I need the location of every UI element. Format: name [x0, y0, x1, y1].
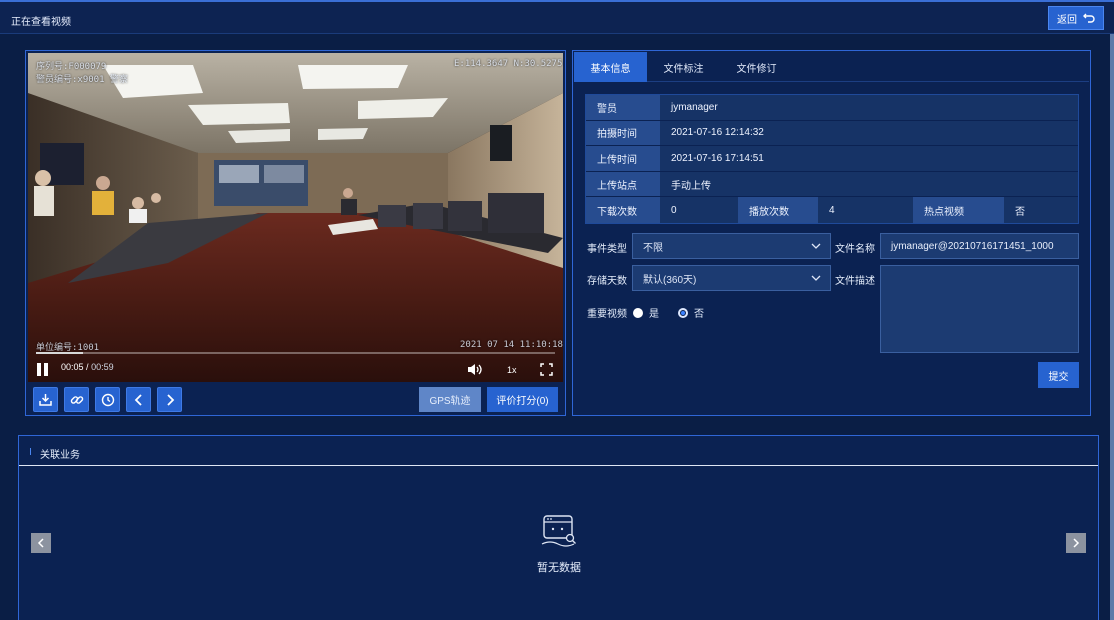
shoot-time-label: 拍摄时间	[586, 120, 660, 146]
video-player[interactable]: 序列号:F000079 警员编号:x9001 警察 E:114.3647 N:3…	[28, 53, 563, 382]
upload-time-value: 2021-07-16 17:14:51	[660, 146, 1078, 171]
table-row: 上传时间 2021-07-16 17:14:51	[586, 146, 1078, 172]
tab-file-annotation[interactable]: 文件标注	[647, 52, 720, 82]
total-time: 00:59	[91, 362, 114, 372]
evaluate-button[interactable]: 评价打分(0)	[487, 387, 558, 412]
top-bar: 正在查看视频 返回	[0, 0, 1114, 34]
page-title: 正在查看视频	[11, 17, 71, 28]
table-row: 上传站点 手动上传	[586, 171, 1078, 198]
radio-checked-icon	[678, 307, 688, 318]
section-marker	[30, 448, 31, 455]
storage-days-value: 默认(360天)	[643, 274, 697, 286]
event-type-select[interactable]: 不限	[632, 233, 831, 259]
chevron-left-icon	[37, 538, 44, 548]
officer-label: 警员	[586, 95, 660, 120]
link-button[interactable]	[64, 387, 89, 412]
time-separator: /	[86, 362, 89, 372]
important-yes-radio[interactable]: 是	[633, 305, 659, 320]
play-count-label: 播放次数	[738, 197, 818, 223]
download-button[interactable]	[33, 387, 58, 412]
storage-days-label: 存储天数	[587, 276, 627, 287]
osd-serial: 序列号:F000079	[36, 62, 107, 72]
history-icon	[101, 393, 114, 406]
chevron-left-icon	[134, 393, 142, 406]
osd-officer: 警员编号:x9001 警察	[36, 75, 128, 85]
info-panel: 基本信息 文件标注 文件修订 警员 jymanager 拍摄时间 2021-07…	[572, 50, 1091, 416]
history-button[interactable]	[95, 387, 120, 412]
back-button[interactable]: 返回	[1048, 6, 1104, 30]
current-time: 00:05	[61, 362, 84, 372]
empty-data-icon	[541, 515, 576, 547]
storage-days-select[interactable]: 默认(360天)	[632, 265, 831, 291]
file-name-field[interactable]: jymanager@20210716171451_1000	[880, 233, 1079, 259]
upload-site-label: 上传站点	[586, 171, 660, 197]
page-scrollbar[interactable]	[1110, 34, 1114, 620]
empty-text: 暂无数据	[537, 562, 581, 574]
upload-site-value: 手动上传	[660, 171, 1078, 197]
important-video-label: 重要视频	[587, 309, 627, 320]
video-controls: 00:05 / 00:59 1x	[28, 358, 563, 382]
download-count-value: 0	[660, 197, 738, 223]
video-panel: 序列号:F000079 警员编号:x9001 警察 E:114.3647 N:3…	[25, 50, 566, 416]
file-name-label: 文件名称	[835, 244, 875, 255]
video-progress-fill	[36, 352, 83, 354]
video-frame-image	[28, 53, 563, 382]
fullscreen-icon[interactable]	[540, 363, 553, 376]
carousel-next-button[interactable]	[1066, 533, 1086, 553]
related-business-panel: 关联业务 暂无数据	[18, 435, 1099, 620]
play-count-value: 4	[818, 197, 913, 223]
osd-coords: E:114.3647 N:30.5275	[454, 59, 563, 69]
download-icon	[39, 394, 52, 406]
radio-unchecked-icon	[633, 307, 643, 318]
hot-video-value: 否	[1004, 197, 1078, 223]
related-title: 关联业务	[40, 450, 80, 461]
tab-basic-info[interactable]: 基本信息	[574, 52, 647, 82]
basic-info-table: 警员 jymanager 拍摄时间 2021-07-16 12:14:32 上传…	[585, 94, 1079, 224]
chevron-down-icon	[811, 243, 821, 249]
carousel-prev-button[interactable]	[31, 533, 51, 553]
related-header: 关联业务	[19, 436, 1098, 466]
info-tabs: 基本信息 文件标注 文件修订	[574, 52, 1089, 82]
volume-icon[interactable]	[467, 363, 483, 376]
file-desc-label: 文件描述	[835, 276, 875, 287]
chevron-right-icon	[1073, 538, 1080, 548]
video-time: 00:05 / 00:59	[61, 362, 114, 372]
chevron-down-icon	[811, 275, 821, 281]
next-button[interactable]	[157, 387, 182, 412]
osd-datetime: 2021 07 14 11:10:18	[460, 340, 563, 350]
video-progress-bar[interactable]	[36, 352, 555, 354]
table-row: 下载次数 0 播放次数 4 热点视频 否	[586, 197, 1078, 223]
link-icon	[70, 395, 83, 404]
upload-time-label: 上传时间	[586, 146, 660, 171]
tab-file-revision[interactable]: 文件修订	[720, 52, 793, 82]
file-desc-textarea[interactable]	[880, 265, 1079, 353]
playback-speed[interactable]: 1x	[507, 365, 517, 375]
empty-state: 暂无数据	[526, 514, 592, 575]
important-no-label: 否	[694, 309, 704, 320]
table-row: 警员 jymanager	[586, 95, 1078, 121]
important-yes-label: 是	[649, 309, 659, 320]
submit-button[interactable]: 提交	[1038, 362, 1079, 388]
shoot-time-value: 2021-07-16 12:14:32	[660, 120, 1078, 146]
return-icon	[1083, 13, 1095, 23]
chevron-right-icon	[166, 393, 174, 406]
video-action-icons	[33, 387, 182, 412]
hot-video-label: 热点视频	[913, 197, 1004, 223]
important-no-radio[interactable]: 否	[678, 305, 704, 320]
table-row: 拍摄时间 2021-07-16 12:14:32	[586, 120, 1078, 147]
gps-track-button[interactable]: GPS轨迹	[419, 387, 481, 412]
officer-value: jymanager	[660, 95, 1078, 120]
pause-icon[interactable]	[37, 363, 49, 376]
previous-button[interactable]	[126, 387, 151, 412]
back-button-label: 返回	[1057, 14, 1077, 26]
event-type-label: 事件类型	[587, 244, 627, 255]
event-type-value: 不限	[643, 242, 663, 254]
download-count-label: 下载次数	[586, 197, 660, 223]
